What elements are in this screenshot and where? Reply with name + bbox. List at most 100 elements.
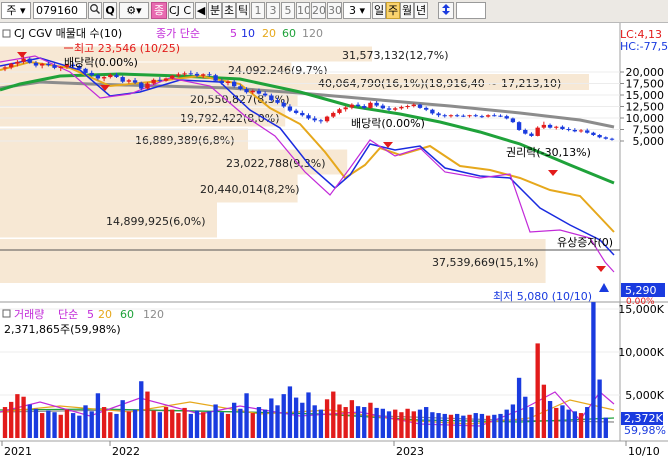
volume-bar <box>393 409 398 438</box>
market-select[interactable]: 주 ▾ <box>1 2 31 19</box>
triangle-left-icon[interactable]: ◀ <box>195 2 207 19</box>
settings-icon[interactable]: ⚙▾ <box>119 2 149 19</box>
current-volume-pct: 59,98% <box>624 424 666 437</box>
volume-legend-box[interactable] <box>2 309 11 318</box>
quote-button[interactable]: Q <box>103 2 117 19</box>
candle-body <box>269 95 274 101</box>
candle-body <box>287 106 293 111</box>
period-second[interactable]: 초 <box>222 2 236 19</box>
candle-body <box>139 82 144 89</box>
volume-bar <box>597 379 602 438</box>
candle-body <box>219 80 224 84</box>
candle-body <box>256 90 262 94</box>
candle-body <box>479 116 485 118</box>
candle-body <box>108 74 113 78</box>
up-down-arrows-icon[interactable] <box>438 2 454 19</box>
volume-bar <box>225 413 231 438</box>
candle-body <box>492 115 497 117</box>
candle-body <box>516 122 522 130</box>
volume-bar <box>21 396 26 438</box>
count-20[interactable]: 20 <box>311 2 326 19</box>
stock-name-field[interactable]: CJ C <box>168 2 194 19</box>
unit-day[interactable]: 일 <box>372 2 386 19</box>
volume-bar <box>430 412 435 438</box>
volume-bar <box>281 394 286 438</box>
volume-bar <box>454 413 460 438</box>
count-10[interactable]: 10 <box>296 2 310 19</box>
candle-body <box>225 81 231 84</box>
candle-body <box>399 106 404 109</box>
volume-bar <box>46 410 51 438</box>
candle-body <box>504 116 509 119</box>
x-tick-label: 2023 <box>396 445 424 458</box>
volume-bar <box>157 412 163 438</box>
price-tick-label: 5,000 <box>633 135 665 148</box>
volume-bar <box>529 407 534 438</box>
volume-bar <box>368 402 373 438</box>
volume-bar <box>355 406 361 438</box>
volume-bar <box>485 415 491 438</box>
volume-bar <box>163 407 169 438</box>
candle-body <box>430 109 435 114</box>
volume-bar <box>417 409 423 438</box>
count-5[interactable]: 5 <box>281 2 295 19</box>
volume-bar <box>95 393 101 438</box>
unit-month[interactable]: 월 <box>400 2 414 19</box>
volume-bar <box>554 407 559 438</box>
price-series-title: CJ CGV 매물대 수(10) <box>14 27 122 40</box>
volume-bar <box>182 407 187 438</box>
candle-body <box>157 79 163 81</box>
candle-body <box>201 74 206 76</box>
candle-body <box>293 110 299 113</box>
candle-body <box>306 115 311 119</box>
volume-bar <box>306 392 311 438</box>
ma-10-label: 10 <box>241 27 255 40</box>
volume-bar <box>194 410 200 438</box>
event-label: 권리락(-30,13%) <box>506 146 591 159</box>
unit-week[interactable]: 주 <box>386 2 400 19</box>
volume-bar <box>33 408 39 438</box>
volume-bar <box>591 302 596 438</box>
volume-bar <box>275 405 280 438</box>
count-select[interactable]: 3 ▾ <box>343 2 371 19</box>
candle-body <box>151 79 156 84</box>
candle-body <box>417 104 423 108</box>
volume-profile-band <box>0 46 372 62</box>
candle-body <box>467 115 472 117</box>
candle-body <box>33 62 39 66</box>
volume-bar <box>120 400 125 438</box>
volume-bar <box>312 405 317 438</box>
volume-bar <box>232 402 237 438</box>
volume-bar <box>585 407 590 438</box>
candle-body <box>349 104 355 108</box>
stock-chart[interactable]: 31,573,132(12,7%)24,092,246(9,7%)40,064,… <box>0 23 668 460</box>
candle-body <box>275 100 280 103</box>
period-minute[interactable]: 분 <box>208 2 222 19</box>
candle-body <box>523 129 528 134</box>
unit-year[interactable]: 년 <box>414 2 428 19</box>
vol-ma-120-label: 120 <box>143 308 164 321</box>
candle-body <box>213 75 218 81</box>
volume-bar <box>188 413 193 438</box>
volume-bar <box>39 413 45 438</box>
candle-body <box>145 83 150 89</box>
candle-body <box>120 77 125 82</box>
price-legend-box[interactable] <box>2 29 11 38</box>
count-30[interactable]: 30 <box>327 2 342 19</box>
volume-bar <box>108 412 113 438</box>
stock-code-input[interactable]: 079160 <box>33 2 87 19</box>
count-3[interactable]: 3 <box>266 2 280 19</box>
extra-input[interactable] <box>456 2 486 19</box>
volume-bar <box>560 405 565 438</box>
count-1[interactable]: 1 <box>251 2 265 19</box>
candle-body <box>442 115 447 117</box>
search-icon[interactable] <box>88 2 102 19</box>
volume-bar <box>331 391 336 438</box>
period-tick[interactable]: 틱 <box>236 2 250 19</box>
volume-bar <box>523 396 528 438</box>
chart-area[interactable]: 31,573,132(12,7%) 24,092,246(9,7%) 40,064,… <box>0 23 668 460</box>
volume-bar <box>126 411 132 438</box>
candle-body <box>300 112 305 116</box>
volume-bar <box>547 401 553 438</box>
volume-bar <box>492 414 497 438</box>
